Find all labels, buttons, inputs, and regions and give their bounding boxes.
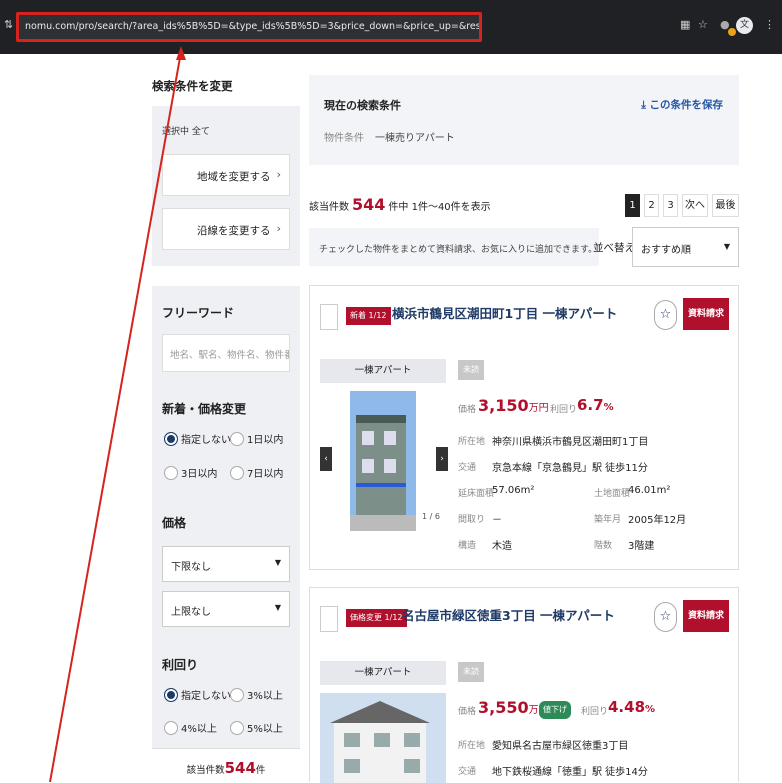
dropdown-arrow-icon: ▼ [274,603,281,612]
yield-radio-5[interactable]: 5%以上 [230,720,283,735]
change-region-button[interactable]: 地域を変更する › [162,154,290,196]
sort-label: 並べ替え [593,242,635,254]
listing-tag: 価格変更 1/12 [346,609,407,627]
browser-toolbar: ⇅ nomu.com/pro/search/?area_ids%5B%5D=&t… [0,0,782,54]
favorite-star-icon[interactable]: ☆ [654,602,677,632]
qr-icon[interactable]: ▦ [680,18,690,31]
property-type: 一棟アパート [320,661,446,685]
unread-badge: 未読 [458,360,484,380]
bookmark-star-icon[interactable]: ☆ [698,18,708,31]
request-docs-button[interactable]: 資料請求 [683,298,729,330]
yield-value: 4.48% [608,698,656,716]
page-1[interactable]: 1 [625,194,640,217]
conditions-value: 一棟売りアパート [375,133,455,144]
address-value: 神奈川県横浜市鶴見区潮田町1丁目 [492,437,649,448]
property-type: 一棟アパート [320,359,446,383]
floors-value: 3階建 [628,541,655,552]
land-area-value: 46.01m² [628,485,671,496]
floor-area-value: 57.06m² [492,485,535,496]
access-value: 京急本線「京急鶴見」駅 徒歩11分 [492,463,648,474]
listing-card: 新着 1/12 横浜市鶴見区潮田町1丁目 一棟アパート ☆ 資料請求 一棟アパー… [309,285,739,570]
layout-label: 間取り [458,515,486,525]
photo-next-icon[interactable]: › [436,447,448,471]
sidebar-title: 検索条件を変更 [152,79,233,93]
access-value: 地下鉄桜通線「徳重」駅 徒歩14分 [492,767,648,778]
address-bar[interactable]: nomu.com/pro/search/?area_ids%5B%5D=&typ… [16,12,482,42]
price-max-select[interactable]: 上限なし ▼ [162,591,290,627]
price-label: 価格 [458,707,477,717]
structure-label: 構造 [458,541,477,551]
yield-radio-4[interactable]: 4%以上 [164,720,217,735]
land-area-label: 土地面積 [594,489,631,499]
access-label: 交通 [458,767,477,777]
page-next[interactable]: 次へ [682,194,708,217]
listing-title[interactable]: 横浜市鶴見区潮田町1丁目 一棟アパート [392,303,617,322]
chevron-right-icon: › [276,168,281,181]
conditions-title: 現在の検索条件 [324,99,401,112]
chevron-right-icon: › [276,222,281,235]
filter-panel: フリーワード 地名、駅名、物件名、物件番号 新着・価格変更 指定しない 1日以内… [152,286,300,782]
listing-tag: 新着 1/12 [346,307,391,325]
new-radio-7day[interactable]: 7日以内 [230,465,283,480]
price-value: 3,150万円 [478,396,549,415]
conditions-key: 物件条件 [324,133,364,144]
price-label: 価格 [458,405,477,415]
yield-radio-3[interactable]: 3%以上 [230,687,283,702]
address-label: 所在地 [458,741,486,751]
address-label: 所在地 [458,437,486,447]
yield-heading: 利回り [162,658,199,672]
built-value: 2005年12月 [628,515,687,526]
new-price-heading: 新着・価格変更 [162,402,247,416]
save-condition-link[interactable]: ⤓ この条件を保存 [641,97,723,112]
listing-checkbox[interactable] [320,606,338,632]
new-radio-none[interactable]: 指定しない [164,431,231,446]
property-photo[interactable] [320,693,446,783]
freeword-heading: フリーワード [162,306,235,320]
listing-card: 価格変更 1/12 名古屋市緑区徳重3丁目 一棟アパート ☆ 資料請求 一棟アパ… [309,587,739,783]
favorite-star-icon[interactable]: ☆ [654,300,677,330]
page-3[interactable]: 3 [663,194,678,217]
photo-prev-icon[interactable]: ‹ [320,447,332,471]
property-photo[interactable] [350,391,416,531]
price-min-select[interactable]: 下限なし ▼ [162,546,290,582]
check-note: チェックした物件をまとめて資料請求、お気に入りに追加できます。 [309,228,599,266]
new-radio-1day[interactable]: 1日以内 [230,431,283,446]
floor-area-label: 延床面積 [458,489,495,499]
listing-title[interactable]: 名古屋市緑区徳重3丁目 一棟アパート [402,605,615,624]
price-down-badge: 値下げ [539,701,571,719]
change-line-button[interactable]: 沿線を変更する › [162,208,290,250]
floors-label: 階数 [594,541,613,551]
profile-avatar[interactable]: 文 [736,17,753,34]
selected-label: 選択中 全て [162,127,210,137]
page-last[interactable]: 最後 [712,194,739,217]
structure-value: 木造 [492,541,512,552]
freeword-input[interactable]: 地名、駅名、物件名、物件番号 [162,334,290,372]
photo-index: 1 / 6 [422,512,440,521]
current-conditions: 現在の検索条件 物件条件 一棟売りアパート ⤓ この条件を保存 [309,75,739,165]
sidebar-result-count: 該当件数544件 [152,748,300,782]
dropdown-arrow-icon: ▼ [723,242,730,251]
menu-icon[interactable]: ⋮ [764,18,775,31]
download-icon: ⤓ [641,99,650,111]
extension-badge [728,28,736,36]
new-radio-3day[interactable]: 3日以内 [164,465,217,480]
yield-value: 6.7% [577,396,614,414]
layout-value: － [492,515,502,526]
price-heading: 価格 [162,516,187,530]
unread-badge: 未読 [458,662,484,682]
result-count: 該当件数 544 件中 1件〜40件を表示 [309,195,491,214]
sort-select[interactable]: おすすめ順 ▼ [632,227,739,267]
built-label: 築年月 [594,515,622,525]
page-2[interactable]: 2 [644,194,659,217]
access-label: 交通 [458,463,477,473]
area-panel: 選択中 全て 地域を変更する › 沿線を変更する › [152,106,300,266]
yield-radio-none[interactable]: 指定しない [164,687,231,702]
request-docs-button[interactable]: 資料請求 [683,600,729,632]
site-info-icon[interactable]: ⇅ [4,18,13,31]
yield-label: 利回り [581,707,609,717]
dropdown-arrow-icon: ▼ [274,558,281,567]
listing-checkbox[interactable] [320,304,338,330]
address-value: 愛知県名古屋市緑区徳重3丁目 [492,741,629,752]
yield-label: 利回り [550,405,578,415]
